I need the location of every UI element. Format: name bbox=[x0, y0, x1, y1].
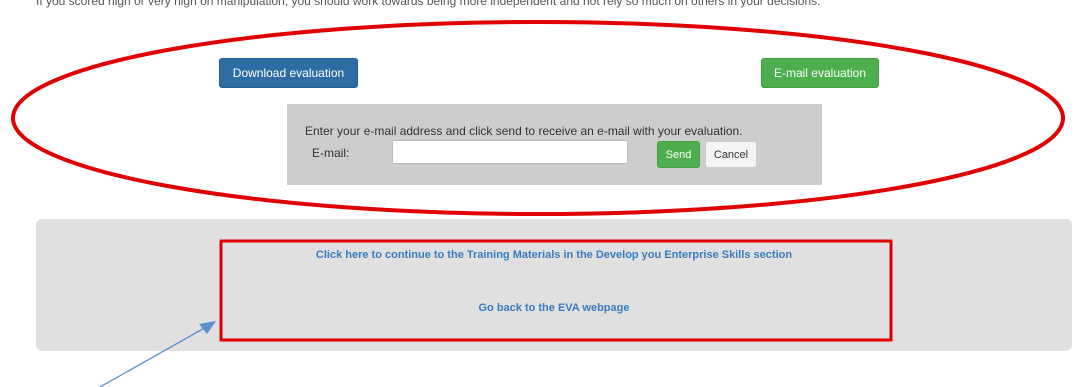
eva-webpage-link[interactable]: Go back to the EVA webpage bbox=[36, 302, 1072, 314]
email-field-label: E-mail: bbox=[312, 146, 350, 160]
email-evaluation-button[interactable]: E-mail evaluation bbox=[761, 58, 879, 88]
intro-text: If you scored high or very high on manip… bbox=[36, 0, 821, 8]
email-instructions: Enter your e-mail address and click send… bbox=[305, 124, 743, 138]
send-button[interactable]: Send bbox=[657, 141, 700, 168]
navigation-panel: Click here to continue to the Training M… bbox=[36, 219, 1072, 351]
training-materials-link[interactable]: Click here to continue to the Training M… bbox=[36, 249, 1072, 261]
email-field[interactable] bbox=[392, 140, 628, 164]
email-form-panel: Enter your e-mail address and click send… bbox=[287, 104, 822, 185]
cancel-button[interactable]: Cancel bbox=[705, 141, 757, 168]
download-evaluation-button[interactable]: Download evaluation bbox=[219, 58, 358, 88]
